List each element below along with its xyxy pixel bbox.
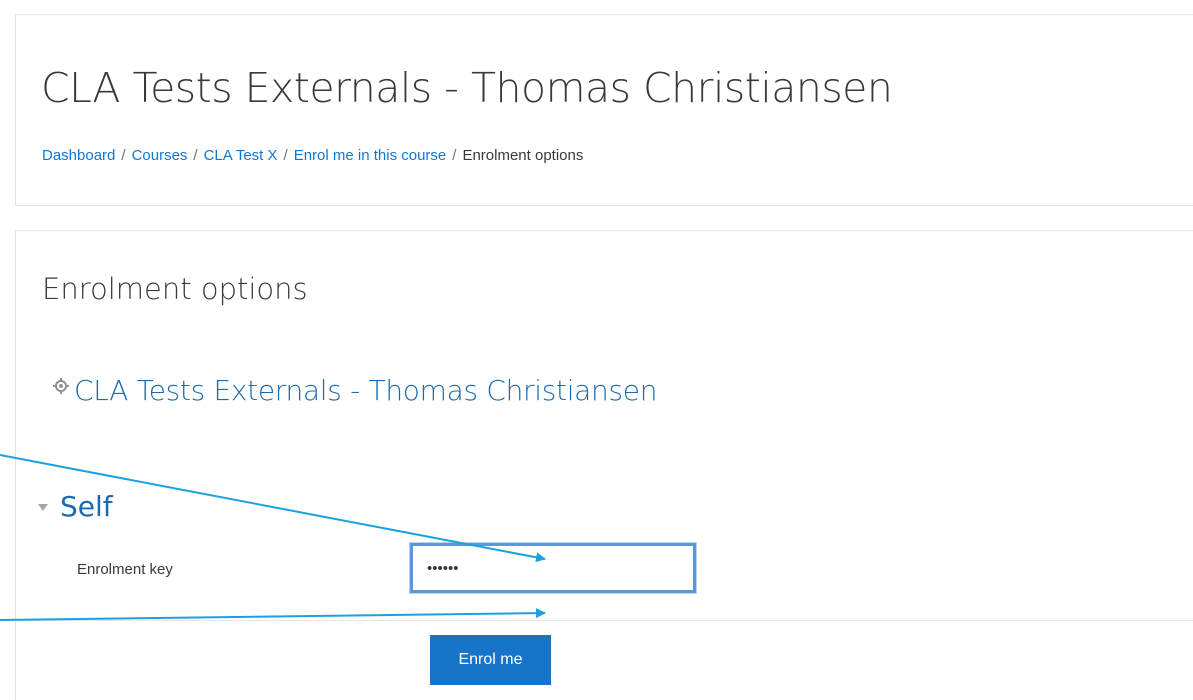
breadcrumb: Dashboard / Courses / CLA Test X / Enrol me in… <box>42 147 583 164</box>
breadcrumb-item-current: Enrolment options <box>462 147 584 164</box>
course-link-label: CLA Tests Externals - Thomas Christianse… <box>74 374 658 407</box>
breadcrumb-separator: / <box>283 147 288 164</box>
page-title: CLA Tests Externals - Thomas Christianse… <box>41 64 893 112</box>
form-divider <box>15 620 1193 621</box>
breadcrumb-separator: / <box>193 147 198 164</box>
course-cog-icon <box>52 377 70 395</box>
breadcrumb-item-course[interactable]: CLA Test X <box>204 147 278 164</box>
course-link[interactable]: CLA Tests Externals - Thomas Christianse… <box>52 374 657 407</box>
page: CLA Tests Externals - Thomas Christianse… <box>0 0 1193 700</box>
breadcrumb-item-enrol[interactable]: Enrol me in this course <box>294 147 447 164</box>
breadcrumb-item-courses[interactable]: Courses <box>132 147 188 164</box>
self-section-toggle[interactable]: Self <box>38 490 113 523</box>
breadcrumb-item-dashboard[interactable]: Dashboard <box>42 147 115 164</box>
enrolment-key-label: Enrolment key <box>77 561 173 578</box>
breadcrumb-separator: / <box>121 147 126 164</box>
self-section-label: Self <box>60 490 113 523</box>
enrol-me-button[interactable]: Enrol me <box>430 635 551 685</box>
section-heading: Enrolment options <box>42 272 308 306</box>
caret-down-icon <box>38 504 48 511</box>
breadcrumb-separator: / <box>452 147 457 164</box>
enrolment-key-input[interactable] <box>410 543 696 593</box>
